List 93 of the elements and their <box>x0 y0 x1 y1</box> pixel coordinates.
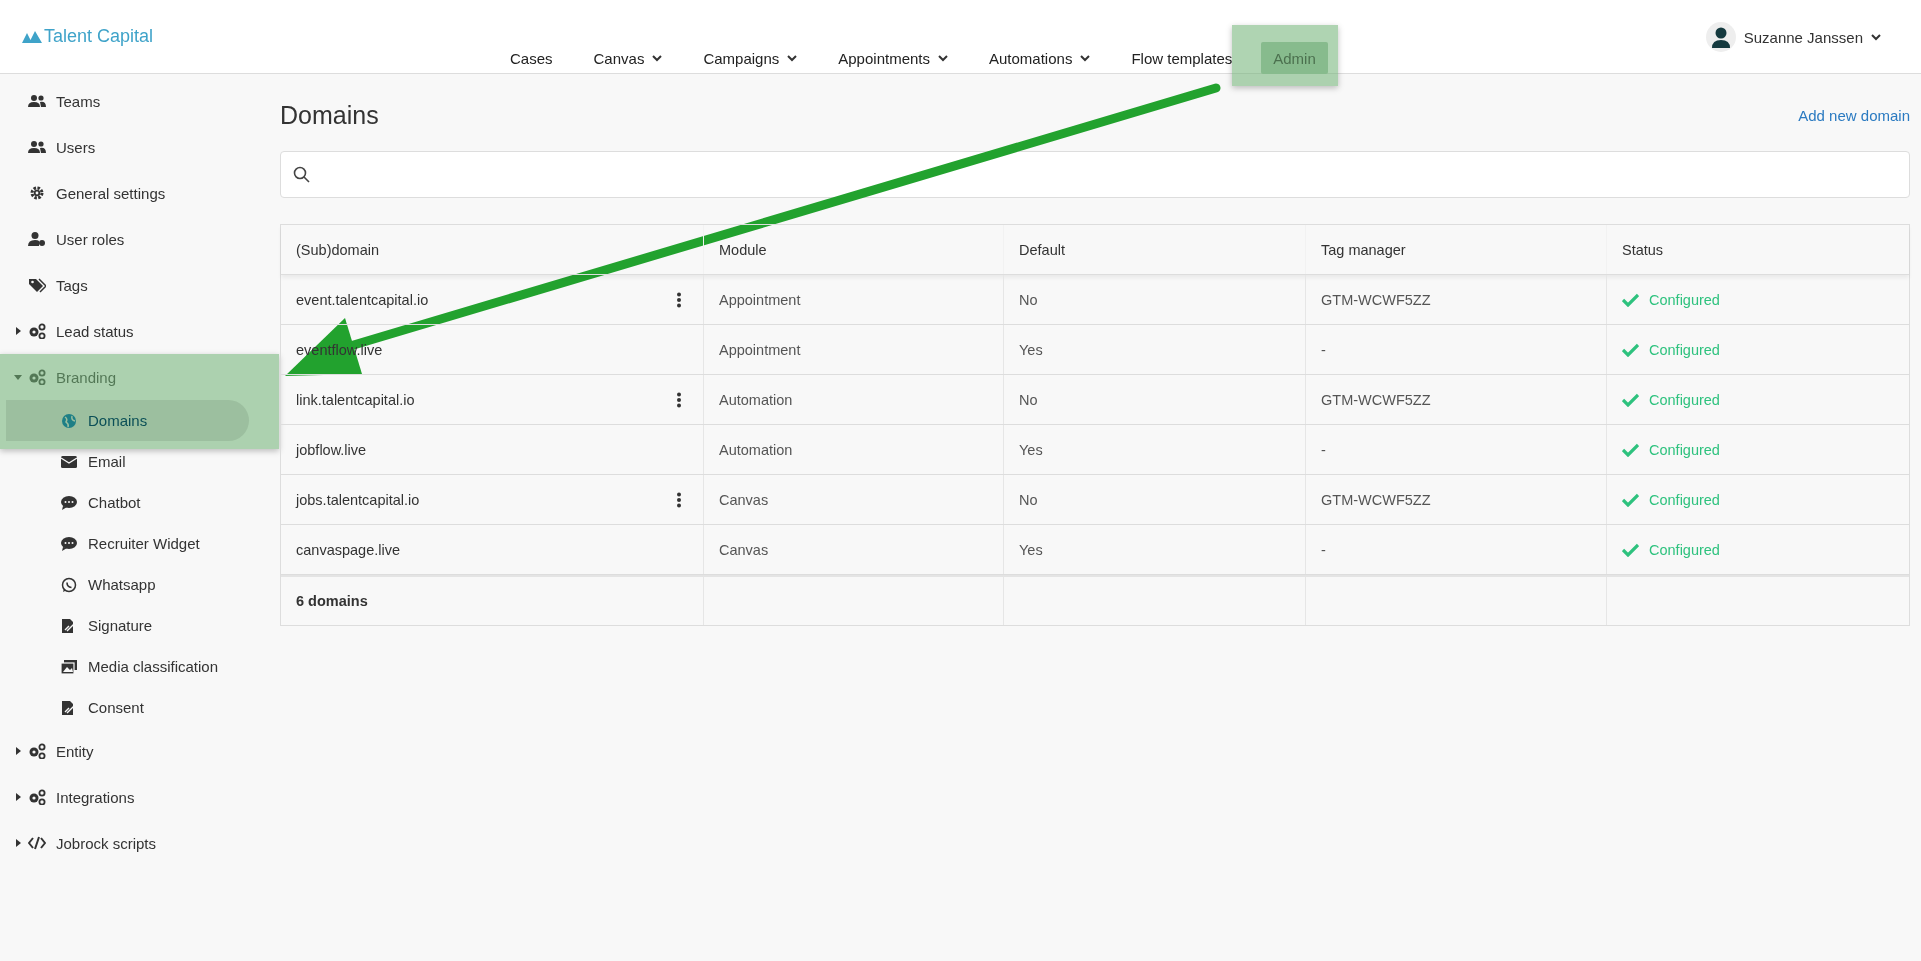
sidebar-item[interactable]: Tags <box>0 262 280 308</box>
chat-bubble-icon <box>60 494 78 511</box>
table-cell: GTM-WCWF5ZZ <box>1306 475 1607 524</box>
sidebar-item[interactable]: Consent <box>0 687 280 728</box>
table-cell: Appointment <box>704 275 1004 324</box>
caret-icon[interactable] <box>1080 54 1091 62</box>
nav-tab[interactable]: Canvas <box>581 42 675 74</box>
nav-tab[interactable]: Automations <box>977 42 1103 74</box>
sidebar-item[interactable]: Domains <box>6 400 249 441</box>
table-cell: canvaspage.live <box>296 541 400 558</box>
sidebar-item[interactable]: Signature <box>0 605 280 646</box>
nav-tab[interactable]: Cases <box>498 42 565 74</box>
search-field[interactable] <box>280 151 1910 198</box>
table-cell: Automation <box>704 375 1004 424</box>
status-text: Configured <box>1649 541 1720 558</box>
triangle-icon[interactable] <box>14 793 22 801</box>
whatsapp-icon <box>60 576 78 593</box>
table-cell: Canvas <box>704 475 1004 524</box>
triangle-icon[interactable] <box>14 327 22 335</box>
table-cell: Yes <box>1004 325 1306 374</box>
sidebar-item[interactable]: Users <box>0 124 280 170</box>
column-header[interactable]: Status <box>1607 225 1909 274</box>
table-cell: No <box>1004 475 1306 524</box>
table-cell: - <box>1306 325 1607 374</box>
sidebar-item[interactable]: User roles <box>0 216 280 262</box>
triangle-icon[interactable] <box>14 839 22 847</box>
user-name[interactable]: Suzanne Janssen <box>1743 28 1863 46</box>
table-cell: Automation <box>704 425 1004 474</box>
table-cell: GTM-WCWF5ZZ <box>1306 275 1607 324</box>
settings-icon <box>28 185 46 201</box>
gears-icon <box>28 323 46 339</box>
people-icon <box>28 93 46 109</box>
status-text: Configured <box>1649 341 1720 358</box>
caret-icon[interactable] <box>1871 33 1881 41</box>
code-icon <box>28 835 46 851</box>
tags-icon <box>28 277 46 293</box>
nav-tab[interactable]: Campaigns <box>691 42 810 74</box>
table-cell: No <box>1004 375 1306 424</box>
nav-tab[interactable]: Appointments <box>826 42 960 74</box>
table-cell: Yes <box>1004 525 1306 574</box>
table-cell: Appointment <box>704 325 1004 374</box>
status-text: Configured <box>1649 441 1720 458</box>
more-icon[interactable] <box>676 391 682 408</box>
table-cell: - <box>1306 425 1607 474</box>
add-domain-link[interactable]: Add new domain <box>1798 106 1910 124</box>
table-cell: GTM-WCWF5ZZ <box>1306 375 1607 424</box>
caret-icon[interactable] <box>652 54 663 62</box>
caret-icon[interactable] <box>787 54 798 62</box>
sidebar-item[interactable]: General settings <box>0 170 280 216</box>
search-icon <box>293 166 310 183</box>
sidebar-item[interactable]: Media classification <box>0 646 280 687</box>
status-text: Configured <box>1649 491 1720 508</box>
table-cell: event.talentcapital.io <box>296 291 429 308</box>
sidebar-item[interactable]: Entity <box>0 728 280 774</box>
column-header[interactable]: Default <box>1004 225 1306 274</box>
triangle-icon[interactable] <box>14 747 22 755</box>
sidebar-item[interactable]: Lead status <box>0 308 280 354</box>
table-cell: Yes <box>1004 425 1306 474</box>
caret-icon[interactable] <box>938 54 948 62</box>
avatar-icon[interactable] <box>1705 22 1736 52</box>
sidebar-item[interactable]: Recruiter Widget <box>0 523 280 564</box>
sidebar-item[interactable]: Email <box>0 441 280 482</box>
sidebar-item[interactable]: Chatbot <box>0 482 280 523</box>
more-icon[interactable] <box>676 491 682 508</box>
user-gear-icon <box>28 231 46 247</box>
table-cell: Canvas <box>704 525 1004 574</box>
nav-tab[interactable]: Flow templates <box>1119 42 1245 74</box>
more-icon[interactable] <box>676 291 682 308</box>
sidebar-item[interactable]: Jobrock scripts <box>0 820 280 866</box>
table-cell: No <box>1004 275 1306 324</box>
table-cell: jobs.talentcapital.io <box>296 491 420 508</box>
envelope-icon <box>60 453 78 470</box>
sidebar-item[interactable]: Teams <box>0 78 280 124</box>
table-cell: jobflow.live <box>296 441 367 458</box>
column-header[interactable]: (Sub)domain <box>281 225 704 274</box>
people-icon <box>28 139 46 155</box>
domain-count: 6 domains <box>296 593 368 609</box>
status-text: Configured <box>1649 291 1720 308</box>
sidebar-item[interactable]: Whatsapp <box>0 564 280 605</box>
table-cell: link.talentcapital.io <box>296 391 415 408</box>
globe-icon <box>60 412 78 429</box>
column-header[interactable]: Tag manager <box>1306 225 1607 274</box>
page-title: Domains <box>280 100 379 130</box>
chat-bubble-icon <box>60 535 78 552</box>
images-icon <box>60 658 78 675</box>
gears-icon <box>28 789 46 805</box>
table-cell: - <box>1306 525 1607 574</box>
logo-icon <box>22 30 42 43</box>
column-header[interactable]: Module <box>704 225 1004 274</box>
gears-icon <box>28 743 46 759</box>
gears-icon <box>28 369 46 385</box>
status-text: Configured <box>1649 391 1720 408</box>
sidebar-item[interactable]: Integrations <box>0 774 280 820</box>
